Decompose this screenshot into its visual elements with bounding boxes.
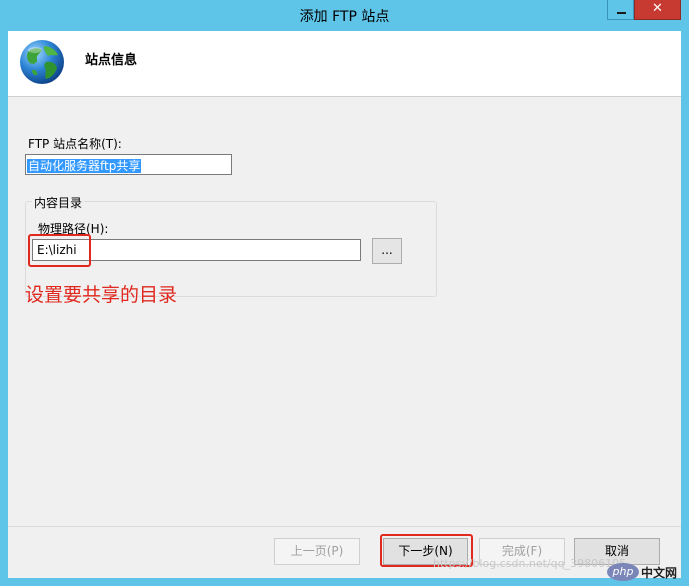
- prev-button[interactable]: 上一页(P): [274, 538, 360, 565]
- title-bar: 添加 FTP 站点 ✕: [0, 0, 689, 31]
- php-logo: php: [607, 563, 639, 581]
- browse-button[interactable]: ...: [372, 238, 402, 264]
- close-icon: ✕: [652, 1, 663, 16]
- globe-icon: [20, 40, 64, 84]
- watermark-url: https://blog.csdn.net/qq_39806105: [433, 557, 627, 570]
- dialog-body: 站点信息 FTP 站点名称(T): 自动化服务器ftp共享 内容目录 物理路径(…: [8, 31, 681, 578]
- page-title: 站点信息: [85, 53, 138, 68]
- site-name-label: FTP 站点名称(T):: [28, 137, 122, 151]
- site-name-input[interactable]: 自动化服务器ftp共享: [25, 154, 232, 175]
- minimize-button[interactable]: [607, 0, 634, 20]
- close-button[interactable]: ✕: [634, 0, 681, 20]
- annotation-text: 设置要共享的目录: [25, 284, 178, 306]
- path-highlight-box: [28, 234, 91, 267]
- site-name-text: 中文网: [641, 566, 678, 580]
- site-name-value: 自动化服务器ftp共享: [27, 159, 142, 173]
- wizard-header: 站点信息: [8, 31, 681, 97]
- window-title: 添加 FTP 站点: [299, 9, 390, 25]
- footer-divider: [8, 526, 681, 527]
- content-directory-title: 内容目录: [32, 194, 85, 211]
